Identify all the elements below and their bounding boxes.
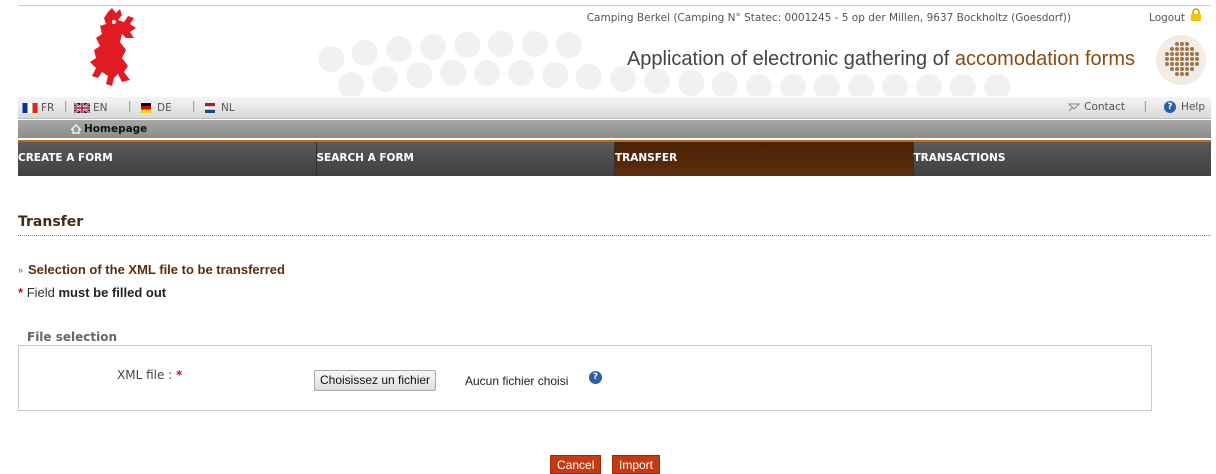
breadcrumb: Homepage [18, 120, 1211, 138]
brand-dots-logo-icon [1156, 35, 1206, 85]
cancel-button[interactable]: Cancel [550, 455, 602, 474]
file-status-text: Aucun fichier choisi [465, 374, 569, 388]
help-link[interactable]: ? Help [1164, 101, 1205, 113]
lang-nl-link[interactable]: NL [202, 102, 235, 114]
main-nav: CREATE A FORM SEARCH A FORM TRANSFER TRA… [18, 140, 1211, 176]
flag-de-icon [141, 103, 151, 113]
file-selection-fieldset [18, 345, 1152, 411]
info-icon[interactable]: ? [589, 371, 602, 384]
flag-nl-icon [205, 103, 215, 113]
breadcrumb-home-link[interactable]: Homepage [70, 123, 147, 135]
nav-transfer[interactable]: TRANSFER [615, 142, 914, 176]
flag-fr-icon [22, 103, 38, 113]
contact-link[interactable]: Contact [1068, 101, 1125, 113]
required-note: * Field must be filled out [18, 285, 167, 300]
language-bar: FR | EN | DE | NL Contact | ? Help [18, 97, 1211, 119]
envelope-icon [1068, 103, 1081, 111]
choose-file-button[interactable]: Choisissez un fichier [314, 370, 437, 391]
logout-link[interactable]: Logout [1149, 12, 1185, 24]
nav-search-form[interactable]: SEARCH A FORM [316, 142, 615, 176]
nav-transactions[interactable]: TRANSACTIONS [913, 142, 1211, 176]
lang-fr-link[interactable]: FR [22, 102, 54, 114]
help-icon: ? [1164, 101, 1177, 113]
page-title: Transfer [18, 214, 84, 230]
app-title: Application of electronic gathering of a… [626, 48, 1135, 70]
xml-file-label: XML file : * [117, 368, 183, 382]
fieldset-legend: File selection [27, 330, 118, 344]
flag-uk-icon [74, 103, 90, 113]
title-divider [18, 235, 1211, 236]
red-lion-emblem-icon [90, 8, 136, 86]
home-icon [70, 124, 82, 134]
section-heading: » Selection of the XML file to be transf… [18, 262, 285, 277]
import-button[interactable]: Import [612, 455, 661, 474]
double-arrow-icon: » [18, 264, 24, 275]
lock-icon[interactable] [1189, 8, 1203, 22]
lang-de-link[interactable]: DE [138, 102, 172, 114]
user-info: Camping Berkel (Camping N° Statec: 00012… [586, 12, 1071, 24]
page-header: Camping Berkel (Camping N° Statec: 00012… [18, 6, 1211, 96]
lang-en-link[interactable]: EN [74, 102, 108, 114]
nav-create-form[interactable]: CREATE A FORM [18, 142, 317, 176]
